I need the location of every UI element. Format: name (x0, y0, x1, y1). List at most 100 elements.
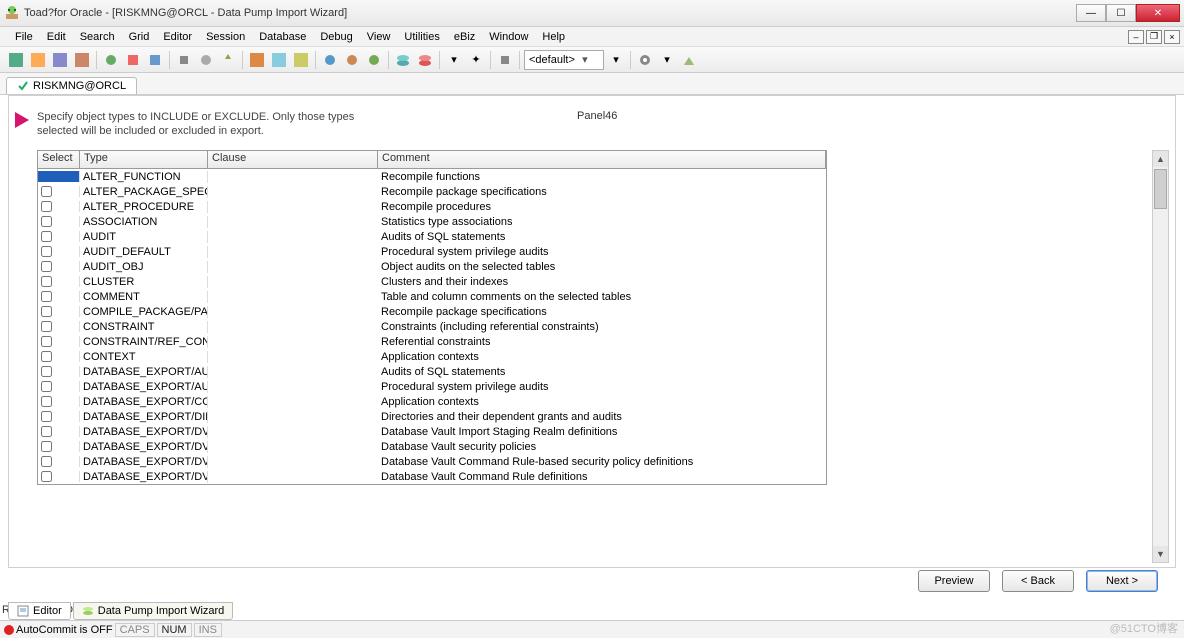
grid-vertical-scrollbar[interactable]: ▲ ▼ (1152, 150, 1169, 563)
toolbar-button-20[interactable]: ▾ (606, 50, 626, 70)
row-select-cell[interactable] (38, 411, 80, 422)
table-row[interactable]: DATABASE_EXPORT/DVPS_FDatabase Vault Com… (38, 469, 826, 484)
toolbar-button-5[interactable] (101, 50, 121, 70)
row-checkbox[interactable] (41, 456, 52, 467)
menu-session[interactable]: Session (199, 29, 252, 45)
minimize-button[interactable]: — (1076, 4, 1106, 22)
row-checkbox[interactable] (41, 471, 52, 482)
menu-file[interactable]: File (8, 29, 40, 45)
menu-debug[interactable]: Debug (313, 29, 359, 45)
row-checkbox[interactable] (41, 381, 52, 392)
table-row[interactable]: AUDITAudits of SQL statements (38, 229, 826, 244)
scroll-up-arrow[interactable]: ▲ (1153, 151, 1168, 167)
toolbar-button-11[interactable] (247, 50, 267, 70)
toolbar-button-14[interactable] (320, 50, 340, 70)
row-checkbox[interactable] (41, 306, 52, 317)
row-select-cell[interactable] (38, 321, 80, 332)
toolbar-button-9[interactable] (196, 50, 216, 70)
mdi-close-button[interactable]: × (1164, 30, 1180, 44)
row-checkbox[interactable] (41, 231, 52, 242)
menu-window[interactable]: Window (482, 29, 535, 45)
table-row[interactable]: ASSOCIATIONStatistics type associations (38, 214, 826, 229)
toolbar-button-8[interactable] (174, 50, 194, 70)
table-row[interactable]: DATABASE_EXPORT/DVPS_IDatabase Vault Imp… (38, 424, 826, 439)
back-button[interactable]: < Back (1002, 570, 1074, 592)
table-row[interactable]: DATABASE_EXPORT/DIRECDirectories and the… (38, 409, 826, 424)
table-row[interactable]: DATABASE_EXPORT/DVPS_FDatabase Vault sec… (38, 439, 826, 454)
row-select-cell[interactable] (38, 351, 80, 362)
column-header-type[interactable]: Type (80, 151, 208, 169)
column-header-select[interactable]: Select (38, 151, 80, 169)
toolbar-button-4[interactable] (72, 50, 92, 70)
toolbar-button-17[interactable]: ▾ (444, 50, 464, 70)
toolbar-button-7[interactable] (145, 50, 165, 70)
table-row[interactable]: CLUSTERClusters and their indexes (38, 274, 826, 289)
row-checkbox[interactable] (41, 441, 52, 452)
toolbar-button-10[interactable] (218, 50, 238, 70)
toolbar-rollback-icon[interactable] (415, 50, 435, 70)
toolbar-button-1[interactable] (6, 50, 26, 70)
row-select-cell[interactable] (38, 186, 80, 197)
table-row[interactable]: AUDIT_OBJObject audits on the selected t… (38, 259, 826, 274)
row-checkbox[interactable] (41, 396, 52, 407)
menu-edit[interactable]: Edit (40, 29, 73, 45)
column-header-comment[interactable]: Comment (378, 151, 826, 169)
table-row[interactable]: ALTER_PACKAGE_SPECRecompile package spec… (38, 184, 826, 199)
row-select-cell[interactable] (38, 201, 80, 212)
table-row[interactable]: DATABASE_EXPORT/AUDIT_Procedural system … (38, 379, 826, 394)
row-checkbox[interactable] (41, 351, 52, 362)
row-select-cell[interactable] (38, 171, 80, 182)
toolbar-commit-icon[interactable] (393, 50, 413, 70)
toolbar-button-13[interactable] (291, 50, 311, 70)
row-select-cell[interactable] (38, 471, 80, 482)
table-row[interactable]: DATABASE_EXPORT/AUDITAudits of SQL state… (38, 364, 826, 379)
row-select-cell[interactable] (38, 246, 80, 257)
row-checkbox[interactable] (41, 246, 52, 257)
row-select-cell[interactable] (38, 216, 80, 227)
preview-button[interactable]: Preview (918, 570, 990, 592)
column-header-clause[interactable]: Clause (208, 151, 378, 169)
row-checkbox[interactable] (41, 186, 52, 197)
menu-view[interactable]: View (360, 29, 398, 45)
table-row[interactable]: DATABASE_EXPORT/CONTEApplication context… (38, 394, 826, 409)
mdi-minimize-button[interactable]: – (1128, 30, 1144, 44)
next-button[interactable]: Next > (1086, 570, 1158, 592)
menu-help[interactable]: Help (535, 29, 572, 45)
row-checkbox[interactable] (41, 411, 52, 422)
row-checkbox[interactable] (41, 336, 52, 347)
row-checkbox[interactable] (41, 366, 52, 377)
toolbar-button-15[interactable] (342, 50, 362, 70)
row-select-cell[interactable] (38, 366, 80, 377)
table-row[interactable]: COMMENTTable and column comments on the … (38, 289, 826, 304)
row-checkbox[interactable] (41, 276, 52, 287)
scroll-down-arrow[interactable]: ▼ (1153, 546, 1168, 562)
row-select-cell[interactable] (38, 381, 80, 392)
row-checkbox[interactable] (41, 291, 52, 302)
table-row[interactable]: CONTEXTApplication contexts (38, 349, 826, 364)
menu-search[interactable]: Search (73, 29, 122, 45)
row-checkbox[interactable] (41, 321, 52, 332)
editor-tab[interactable]: Editor (8, 602, 71, 620)
row-checkbox[interactable] (41, 201, 52, 212)
table-row[interactable]: COMPILE_PACKAGE/PACKA(Recompile package … (38, 304, 826, 319)
table-row[interactable]: CONSTRAINTConstraints (including referen… (38, 319, 826, 334)
toolbar-button-2[interactable] (28, 50, 48, 70)
row-select-cell[interactable] (38, 261, 80, 272)
row-select-cell[interactable] (38, 336, 80, 347)
toolbar-button-18[interactable]: ✦ (466, 50, 486, 70)
close-button[interactable]: ✕ (1136, 4, 1180, 22)
schema-combo[interactable]: <default>▾ (524, 50, 604, 70)
wizard-tab[interactable]: Data Pump Import Wizard (73, 602, 234, 620)
scroll-thumb[interactable] (1154, 169, 1167, 209)
toolbar-button-3[interactable] (50, 50, 70, 70)
table-row[interactable]: ALTER_PROCEDURERecompile procedures (38, 199, 826, 214)
menu-editor[interactable]: Editor (156, 29, 199, 45)
row-select-cell[interactable] (38, 291, 80, 302)
menu-database[interactable]: Database (252, 29, 313, 45)
row-select-cell[interactable] (38, 231, 80, 242)
menu-ebiz[interactable]: eBiz (447, 29, 482, 45)
row-select-cell[interactable] (38, 426, 80, 437)
row-checkbox[interactable] (41, 216, 52, 227)
table-row[interactable]: AUDIT_DEFAULTProcedural system privilege… (38, 244, 826, 259)
table-row[interactable]: CONSTRAINT/REF_CONSTRReferential constra… (38, 334, 826, 349)
